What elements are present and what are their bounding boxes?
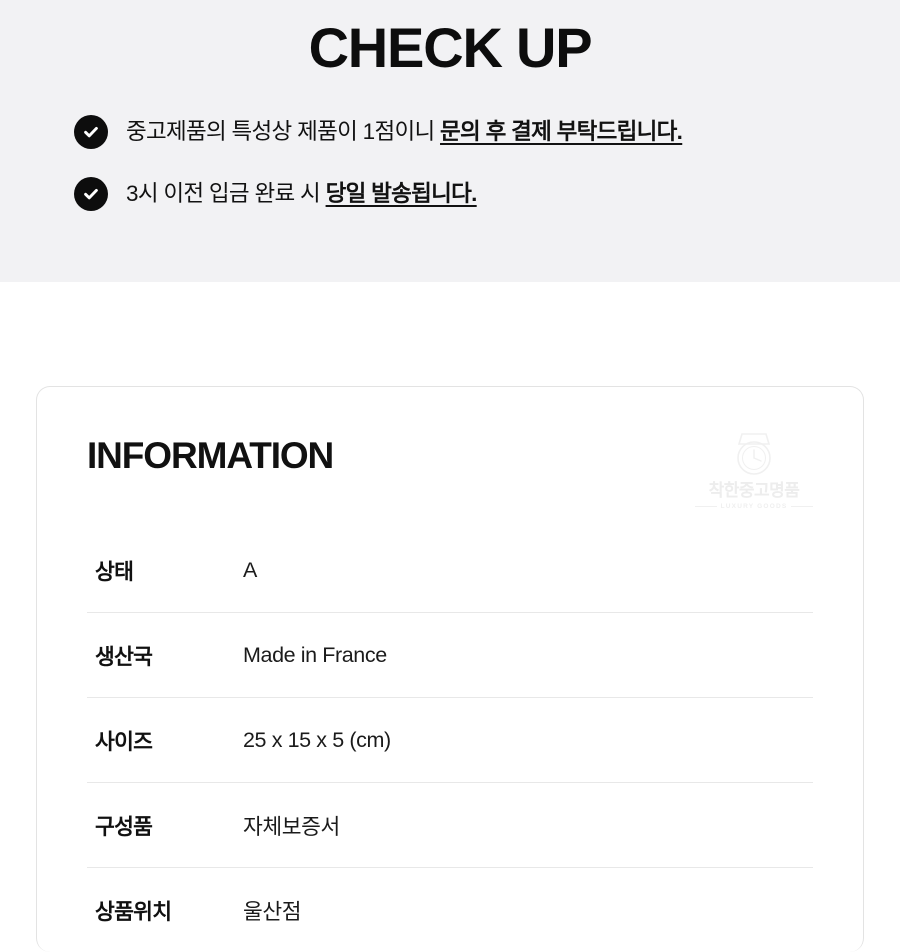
bullet-lead-text: 3시 이전 입금 완료 시 <box>126 181 326 206</box>
table-row: 구성품 자체보증서 <box>87 783 813 868</box>
watermark-subtitle-row: LUXURY GOODS <box>695 503 813 510</box>
check-circle-icon <box>74 115 108 149</box>
checkup-bullet-text: 3시 이전 입금 완료 시 당일 발송됩니다. <box>126 180 477 208</box>
watermark-brand-text: 착한중고명품 <box>695 482 813 499</box>
spec-label: 구성품 <box>87 783 243 868</box>
spec-value: 자체보증서 <box>243 783 813 868</box>
information-card: INFORMATION 착한중고명품 LUXURY GOODS <box>36 386 864 952</box>
watch-logo-icon <box>695 431 813 475</box>
information-card-header: INFORMATION 착한중고명품 LUXURY GOODS <box>87 429 813 510</box>
checkup-bullet-list: 중고제품의 특성상 제품이 1점이니 문의 후 결제 부탁드립니다. 3시 이전… <box>0 76 900 212</box>
spec-label: 상품위치 <box>87 868 243 952</box>
section-spacer <box>0 282 900 386</box>
table-row: 상태 A <box>87 528 813 613</box>
watermark-rule-left <box>695 506 717 507</box>
watermark-subtitle-text: LUXURY GOODS <box>721 503 788 510</box>
bullet-lead-text: 중고제품의 특성상 제품이 1점이니 <box>126 119 440 144</box>
information-title: INFORMATION <box>87 429 333 474</box>
table-row: 생산국 Made in France <box>87 613 813 698</box>
checkup-title: CHECK UP <box>0 0 900 76</box>
checkup-bullet-text: 중고제품의 특성상 제품이 1점이니 문의 후 결제 부탁드립니다. <box>126 118 682 146</box>
spec-value: A <box>243 528 813 613</box>
brand-watermark: 착한중고명품 LUXURY GOODS <box>695 429 813 510</box>
spec-value: Made in France <box>243 613 813 698</box>
table-row: 상품위치 울산점 <box>87 868 813 952</box>
bullet-emphasis-text: 당일 발송됩니다. <box>326 181 477 206</box>
spec-value: 울산점 <box>243 868 813 952</box>
spec-label: 사이즈 <box>87 698 243 783</box>
checkup-banner: CHECK UP 중고제품의 특성상 제품이 1점이니 문의 후 결제 부탁드립… <box>0 0 900 282</box>
watermark-rule-right <box>791 506 813 507</box>
bullet-emphasis-text: 문의 후 결제 부탁드립니다. <box>440 119 682 144</box>
checkup-bullet-item: 3시 이전 입금 완료 시 당일 발송됩니다. <box>0 176 900 212</box>
spec-label: 상태 <box>87 528 243 613</box>
table-row: 사이즈 25 x 15 x 5 (cm) <box>87 698 813 783</box>
information-spec-table: 상태 A 생산국 Made in France 사이즈 25 x 15 x 5 … <box>87 528 813 952</box>
information-section: INFORMATION 착한중고명품 LUXURY GOODS <box>0 386 900 952</box>
check-circle-icon <box>74 177 108 211</box>
spec-value: 25 x 15 x 5 (cm) <box>243 698 813 783</box>
checkup-bullet-item: 중고제품의 특성상 제품이 1점이니 문의 후 결제 부탁드립니다. <box>0 114 900 150</box>
spec-label: 생산국 <box>87 613 243 698</box>
